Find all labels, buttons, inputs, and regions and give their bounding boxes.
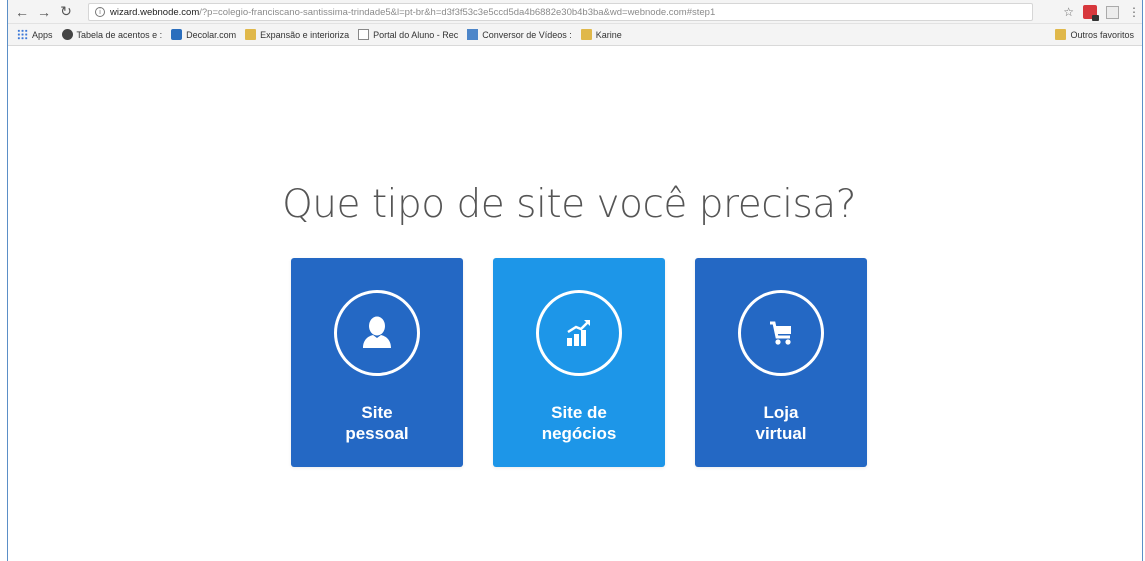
site-pessoal-label: Site pessoal (345, 403, 409, 443)
site-negocios-label: Site de negócios (541, 403, 617, 443)
icon-circle (536, 290, 622, 376)
folder-icon (1055, 29, 1067, 40)
bookmark-label: Conversor de Vídeos : (482, 29, 572, 40)
apps-grid-icon (17, 29, 28, 40)
reload-icon[interactable]: ↻ (58, 3, 74, 21)
bookmark-label: Portal do Aluno - Rec (373, 29, 459, 40)
back-arrow-icon[interactable]: ← (14, 3, 30, 21)
document-icon (358, 29, 370, 40)
browser-window: ← → ↻ i wizard.webnode.com /?p=colegio-f… (7, 0, 1143, 561)
bookmark-label: Tabela de acentos e : (76, 29, 163, 40)
icon-circle (738, 290, 824, 376)
folder-icon (245, 29, 257, 40)
bookmark-label: Apps (32, 29, 53, 40)
url-path: /?p=colegio-franciscano-santissima-trind… (199, 6, 716, 18)
extension-icon[interactable] (1083, 5, 1099, 21)
icon-circle (334, 290, 420, 376)
bookmark-star-icon[interactable]: ☆ (1063, 5, 1074, 19)
bookmark-karine[interactable]: Karine (580, 29, 622, 40)
toolbar-actions: ☆ ⋮ (1063, 3, 1140, 21)
bookmark-conversor[interactable]: Conversor de Vídeos : (467, 29, 572, 40)
person-icon (363, 316, 391, 348)
shopping-cart-icon (770, 321, 791, 345)
site-pessoal-card[interactable]: Site pessoal (291, 258, 463, 467)
address-toolbar: ← → ↻ i wizard.webnode.com /?p=colegio-f… (8, 0, 1142, 24)
site-negocios-card[interactable]: Site de negócios (493, 258, 665, 467)
page-title: Que tipo de site você precisa? (282, 182, 856, 227)
extension-icon-2[interactable] (1106, 5, 1119, 19)
bookmark-decolar[interactable]: Decolar.com (171, 29, 236, 40)
bookmark-apps[interactable]: Apps (17, 29, 53, 40)
loja-virtual-card[interactable]: Loja virtual (695, 258, 867, 467)
bookmark-portal[interactable]: Portal do Aluno - Rec (358, 29, 458, 40)
other-bookmarks-label: Outros favoritos (1070, 29, 1134, 40)
bookmarks-bar: Apps Tabela de acentos e : Decolar.com E… (8, 24, 1142, 46)
url-host: wizard.webnode.com (110, 6, 200, 18)
address-bar[interactable]: i wizard.webnode.com /?p=colegio-francis… (88, 3, 1033, 21)
bookmark-expansao[interactable]: Expansão e interioriza (245, 29, 349, 40)
bookmark-label: Karine (595, 29, 622, 40)
forward-arrow-icon[interactable]: → (36, 3, 52, 21)
other-bookmarks[interactable]: Outros favoritos (1055, 29, 1134, 40)
converter-icon (467, 29, 479, 40)
folder-icon (580, 29, 592, 40)
bookmark-label: Expansão e interioriza (260, 29, 350, 40)
decolar-icon (171, 29, 183, 40)
growth-chart-icon (567, 320, 590, 346)
bookmark-label: Decolar.com (186, 29, 237, 40)
bookmark-tabela[interactable]: Tabela de acentos e : (61, 29, 163, 40)
loja-virtual-label: Loja virtual (755, 403, 807, 443)
menu-icon[interactable]: ⋮ (1128, 5, 1140, 19)
info-icon[interactable]: i (95, 7, 105, 17)
globe-icon (61, 29, 73, 40)
site-type-options: Site pessoal Site de negócios Loja virtu… (291, 258, 867, 467)
